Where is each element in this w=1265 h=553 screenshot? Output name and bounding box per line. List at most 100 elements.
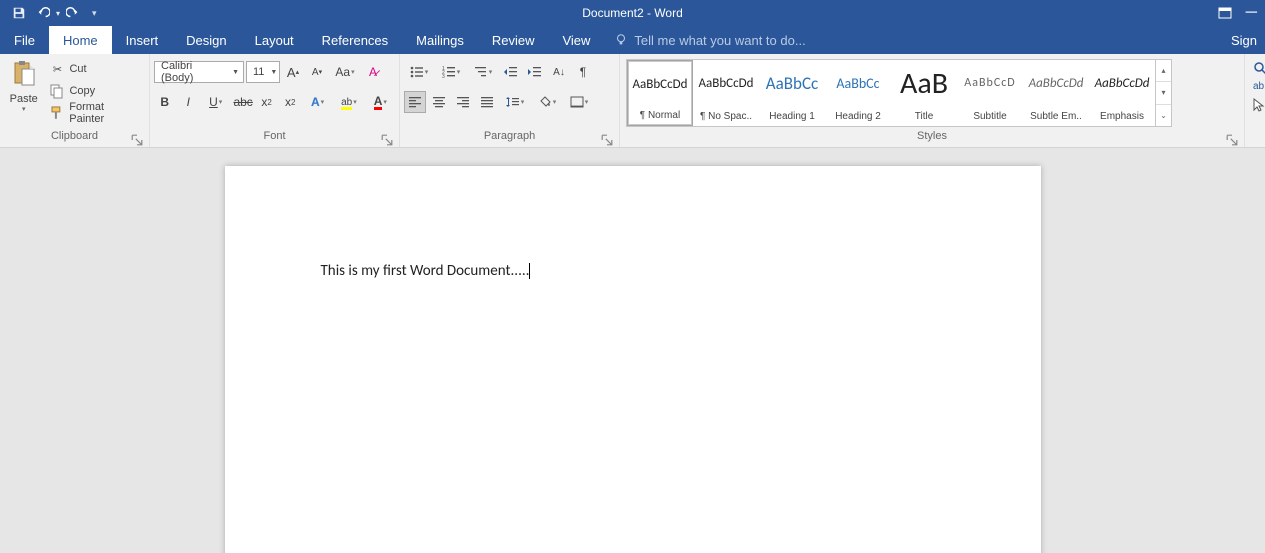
paste-icon [8, 59, 40, 91]
eraser-icon: A̷ [369, 65, 377, 79]
tab-view[interactable]: View [548, 26, 604, 54]
copy-button[interactable]: Copy [47, 81, 143, 101]
style-subtle-em-[interactable]: AaBbCcDdSubtle Em.. [1023, 60, 1089, 126]
paintbrush-icon [49, 105, 65, 121]
group-font: Calibri (Body)▼ 11▼ A▴ A▾ Aa▾ A̷ B I U▾ … [150, 54, 400, 147]
text-cursor [529, 263, 530, 279]
select-button[interactable] [1253, 98, 1265, 112]
styles-dialog-launcher[interactable] [1226, 134, 1238, 146]
find-button[interactable] [1253, 61, 1265, 75]
styles-expand[interactable]: ⌄ [1156, 105, 1171, 126]
magnifier-icon [1253, 61, 1265, 75]
justify-icon [480, 96, 494, 108]
minimize-button[interactable]: ─ [1246, 4, 1257, 22]
superscript-button[interactable]: x2 [279, 91, 301, 113]
tab-design[interactable]: Design [172, 26, 240, 54]
tab-insert[interactable]: Insert [112, 26, 173, 54]
justify-button[interactable] [476, 91, 498, 113]
shrink-font-button[interactable]: A▾ [306, 61, 328, 83]
document-canvas[interactable]: This is my first Word Document..... [0, 148, 1265, 553]
style-name: ¶ Normal [640, 110, 680, 121]
cut-button[interactable]: ✂ Cut [47, 59, 143, 79]
font-name-select[interactable]: Calibri (Body)▼ [154, 61, 244, 83]
document-page[interactable]: This is my first Word Document..... [225, 166, 1041, 553]
paste-label: Paste [10, 93, 38, 105]
numbering-icon: 123 [442, 66, 456, 78]
clear-formatting-button[interactable]: A̷ [362, 61, 384, 83]
decrease-indent-button[interactable] [500, 61, 522, 83]
multilevel-list-button[interactable]: ▾ [468, 61, 498, 83]
style-preview: AaBbCc [825, 64, 891, 102]
italic-button[interactable]: I [178, 91, 200, 113]
styles-scroll-down[interactable]: ▾ [1156, 82, 1171, 104]
shading-button[interactable]: ▾ [532, 91, 562, 113]
align-right-button[interactable] [452, 91, 474, 113]
style-preview: AaBbCcDd [693, 64, 759, 102]
style-emphasis[interactable]: AaBbCcDdEmphasis [1089, 60, 1155, 126]
save-button[interactable] [8, 2, 30, 24]
clipboard-group-label: Clipboard [51, 130, 98, 142]
tab-home[interactable]: Home [49, 26, 112, 54]
style--normal[interactable]: AaBbCcDd ¶ Normal [627, 60, 693, 126]
style-subtitle[interactable]: AaBbCcDSubtitle [957, 60, 1023, 126]
tell-me-search[interactable]: Tell me what you want to do... [604, 26, 1223, 54]
style-preview: AaBbCcDd [628, 65, 692, 103]
styles-scroll-up[interactable]: ▴ [1156, 60, 1171, 82]
copy-icon [49, 83, 65, 99]
style-preview: AaBbCc [759, 64, 825, 102]
tab-layout[interactable]: Layout [241, 26, 308, 54]
redo-button[interactable] [62, 2, 84, 24]
borders-button[interactable]: ▾ [564, 91, 594, 113]
subscript-button[interactable]: x2 [256, 91, 278, 113]
paragraph-dialog-launcher[interactable] [601, 134, 613, 146]
font-color-button[interactable]: A▾ [366, 91, 395, 113]
clipboard-dialog-launcher[interactable] [131, 134, 143, 146]
bullets-icon [410, 66, 424, 78]
tab-mailings[interactable]: Mailings [402, 26, 478, 54]
undo-button[interactable] [32, 2, 54, 24]
paste-button[interactable]: Paste ▾ [4, 57, 43, 129]
highlight-button[interactable]: ab▾ [334, 91, 363, 113]
format-painter-button[interactable]: Format Painter [47, 103, 143, 123]
style-heading-1[interactable]: AaBbCcHeading 1 [759, 60, 825, 126]
sort-button[interactable]: A↓ [548, 61, 570, 83]
ribbon-display-icon[interactable] [1218, 7, 1232, 19]
qat-customize[interactable]: ▾ [92, 8, 97, 19]
style-name: Emphasis [1100, 111, 1144, 122]
increase-indent-button[interactable] [524, 61, 546, 83]
style-preview: AaBbCcDd [1023, 64, 1089, 102]
numbering-button[interactable]: 123▾ [436, 61, 466, 83]
replace-button[interactable]: ab [1253, 81, 1265, 92]
bucket-icon [538, 95, 552, 109]
window-title: Document2 - Word [582, 6, 682, 20]
lightbulb-icon [614, 33, 628, 47]
document-text[interactable]: This is my first Word Document..... [321, 262, 530, 280]
align-center-button[interactable] [428, 91, 450, 113]
bullets-button[interactable]: ▾ [404, 61, 434, 83]
grow-font-button[interactable]: A▴ [282, 61, 304, 83]
text-effects-button[interactable]: A▾ [303, 91, 332, 113]
bold-button[interactable]: B [154, 91, 176, 113]
scissors-icon: ✂ [49, 61, 65, 77]
sign-in-button[interactable]: Sign [1223, 26, 1265, 54]
multilevel-icon [474, 66, 488, 78]
strikethrough-button[interactable]: abc [232, 91, 254, 113]
tab-review[interactable]: Review [478, 26, 549, 54]
style-name: ¶ No Spac.. [700, 111, 752, 122]
tab-references[interactable]: References [308, 26, 402, 54]
style--no-spac-[interactable]: AaBbCcDd ¶ No Spac.. [693, 60, 759, 126]
style-heading-2[interactable]: AaBbCcHeading 2 [825, 60, 891, 126]
format-painter-label: Format Painter [69, 101, 141, 125]
align-left-button[interactable] [404, 91, 426, 113]
style-title[interactable]: AaBTitle [891, 60, 957, 126]
font-dialog-launcher[interactable] [381, 134, 393, 146]
underline-button[interactable]: U▾ [201, 91, 230, 113]
undo-dropdown[interactable]: ▾ [56, 9, 60, 18]
font-size-select[interactable]: 11▼ [246, 61, 280, 83]
change-case-button[interactable]: Aa▾ [330, 61, 360, 83]
cut-label: Cut [69, 63, 86, 75]
line-spacing-button[interactable]: ▾ [500, 91, 530, 113]
indent-icon [528, 66, 542, 78]
show-marks-button[interactable]: ¶ [572, 61, 594, 83]
tab-file[interactable]: File [0, 26, 49, 54]
